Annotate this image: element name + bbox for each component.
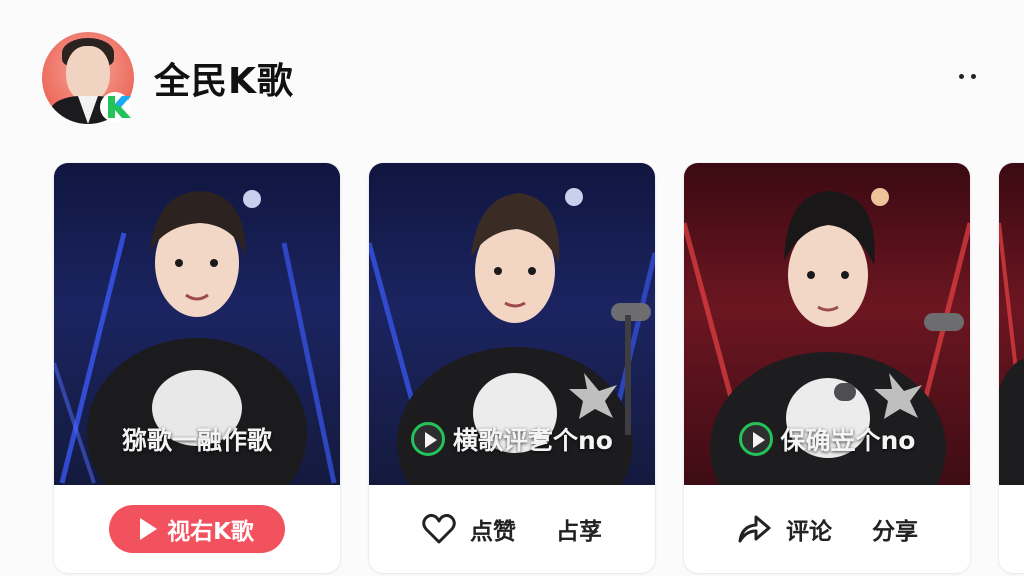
caption-text: 保确岦个no [780, 426, 916, 455]
card-actions: 评论 分享 [684, 485, 970, 573]
video-thumbnail[interactable] [999, 163, 1024, 485]
share-label: 分享 [872, 519, 918, 545]
k-logo-icon [100, 92, 131, 122]
video-card[interactable]: 横歌评乽个no 点赞 占莩 [369, 163, 655, 573]
secondary-action-label: 占莩 [556, 519, 602, 545]
caption-text: 猕歌一融作歌 [121, 426, 272, 455]
video-card-partial[interactable] [999, 163, 1024, 573]
more-options-button[interactable] [950, 62, 984, 90]
video-caption: 横歌评乽个no [369, 421, 655, 457]
play-icon [140, 518, 158, 540]
play-circle-icon[interactable] [738, 422, 773, 456]
video-card[interactable]: 保确岦个no 评论 分享 [684, 163, 970, 573]
video-thumbnail[interactable]: 横歌评乽个no [369, 163, 655, 485]
caption-text: 横歌评乽个no [453, 426, 613, 455]
app-title: 全民K歌 [154, 61, 294, 102]
video-caption: 猕歌一融作歌 [54, 421, 340, 457]
more-dot-icon [970, 73, 976, 79]
sing-k-button[interactable]: 视右K歌 [109, 505, 285, 553]
video-caption: 保确岦个no [684, 421, 970, 457]
share-arrow-icon [738, 515, 771, 543]
like-label: 点赞 [470, 519, 516, 545]
play-circle-icon[interactable] [411, 422, 445, 456]
video-thumbnail[interactable]: 保确岦个no [684, 163, 970, 485]
comment-button[interactable]: 评论 [736, 512, 832, 546]
like-button[interactable]: 点赞 [422, 512, 516, 546]
stage-background [999, 222, 1024, 485]
secondary-action[interactable]: 占莩 [556, 512, 602, 546]
comment-label: 评论 [786, 519, 832, 545]
card-actions: 点赞 占莩 [369, 485, 655, 573]
sing-k-label: 视右K歌 [167, 519, 254, 545]
heart-icon [422, 514, 456, 544]
share-button[interactable]: 分享 [872, 512, 918, 546]
video-card[interactable]: 猕歌一融作歌 视右K歌 [54, 163, 340, 573]
app-header: 全民K歌 [0, 0, 1024, 150]
more-dot-icon [958, 73, 964, 79]
card-actions: 视右K歌 [54, 485, 340, 573]
video-thumbnail[interactable]: 猕歌一融作歌 [54, 163, 340, 485]
